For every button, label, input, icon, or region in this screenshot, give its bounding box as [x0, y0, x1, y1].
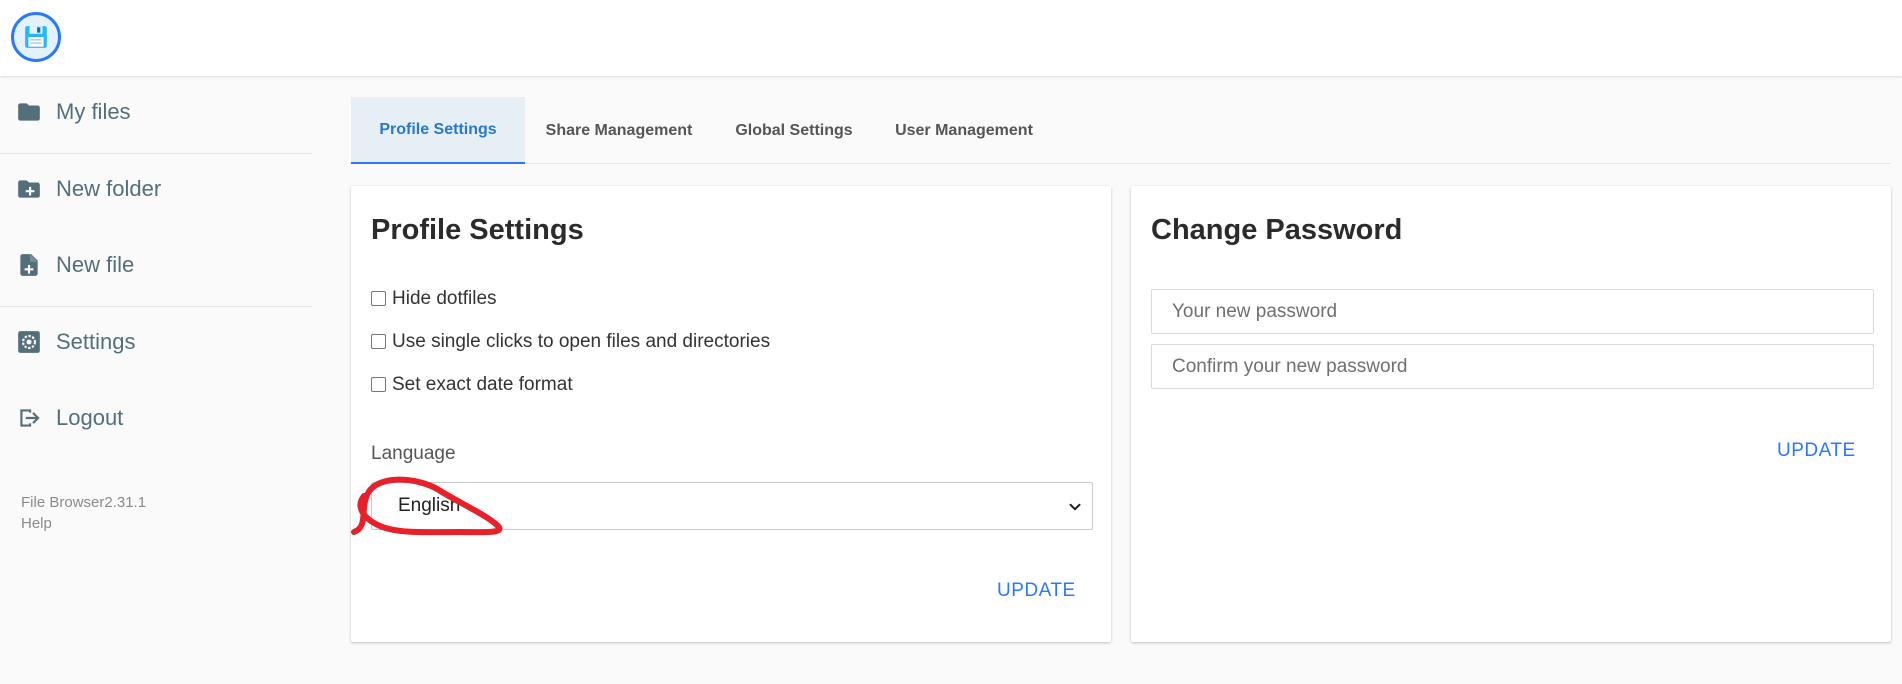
sidebar-item-new-folder[interactable]: New folder: [0, 153, 312, 225]
app-logo[interactable]: [11, 12, 61, 62]
settings-tabs: Profile Settings Share Management Global…: [351, 97, 1891, 164]
top-bar: [0, 0, 1902, 76]
profile-settings-card: Profile Settings Hide dotfiles Use singl…: [351, 186, 1111, 642]
floppy-disk-icon: [25, 26, 47, 48]
tab-label: User Management: [895, 121, 1033, 139]
exact-date-checkbox[interactable]: [371, 376, 386, 392]
sidebar-item-settings[interactable]: Settings: [0, 306, 312, 378]
tab-global-settings[interactable]: Global Settings: [713, 97, 875, 164]
change-password-card: Change Password Your new password Confir…: [1131, 186, 1891, 642]
file-plus-icon: [20, 254, 38, 276]
hide-dotfiles-option[interactable]: Hide dotfiles: [371, 288, 497, 310]
help-link[interactable]: Help: [21, 513, 146, 534]
sidebar: My files New folder New file Settings Lo: [0, 76, 312, 684]
new-password-input[interactable]: Your new password: [1151, 289, 1874, 334]
checkbox-label: Set exact date format: [392, 374, 573, 395]
version-link[interactable]: File Browser2.31.1: [21, 492, 146, 513]
input-placeholder: Confirm your new password: [1172, 356, 1408, 377]
confirm-password-input[interactable]: Confirm your new password: [1151, 344, 1874, 389]
sidebar-item-label: New file: [56, 252, 135, 277]
tab-profile-settings[interactable]: Profile Settings: [351, 97, 525, 164]
tab-label: Global Settings: [735, 121, 853, 139]
card-title: Change Password: [1151, 214, 1403, 246]
sidebar-item-label: Settings: [56, 329, 136, 354]
language-select[interactable]: English: [371, 482, 1093, 530]
logout-icon: [20, 409, 40, 427]
sidebar-item-new-file[interactable]: New file: [0, 229, 312, 301]
sidebar-item-label: My files: [56, 99, 131, 124]
sidebar-item-logout[interactable]: Logout: [0, 382, 312, 454]
tab-label: Share Management: [545, 121, 693, 139]
settings-gear-icon: [18, 331, 40, 353]
language-selected-value: English: [398, 495, 461, 516]
language-label: Language: [371, 443, 456, 464]
profile-update-button[interactable]: UPDATE: [997, 580, 1076, 602]
single-click-option[interactable]: Use single clicks to open files and dire…: [371, 331, 770, 353]
card-title: Profile Settings: [371, 214, 584, 246]
sidebar-item-label: New folder: [56, 176, 162, 201]
password-update-button[interactable]: UPDATE: [1777, 440, 1856, 462]
tab-label: Profile Settings: [379, 120, 497, 138]
sidebar-item-label: Logout: [56, 405, 124, 430]
tab-share-management[interactable]: Share Management: [525, 97, 713, 164]
tab-user-management[interactable]: User Management: [875, 97, 1053, 164]
folder-plus-icon: [18, 180, 40, 198]
input-placeholder: Your new password: [1172, 301, 1338, 322]
folder-icon: [18, 103, 40, 121]
chevron-down-icon: [1069, 503, 1081, 511]
sidebar-credits: File Browser2.31.1 Help: [21, 492, 146, 534]
single-click-checkbox[interactable]: [371, 333, 386, 349]
checkbox-label: Use single clicks to open files and dire…: [392, 331, 771, 352]
hide-dotfiles-checkbox[interactable]: [371, 290, 386, 306]
sidebar-item-my-files[interactable]: My files: [0, 76, 312, 148]
checkbox-label: Hide dotfiles: [392, 288, 497, 309]
exact-date-option[interactable]: Set exact date format: [371, 374, 573, 396]
